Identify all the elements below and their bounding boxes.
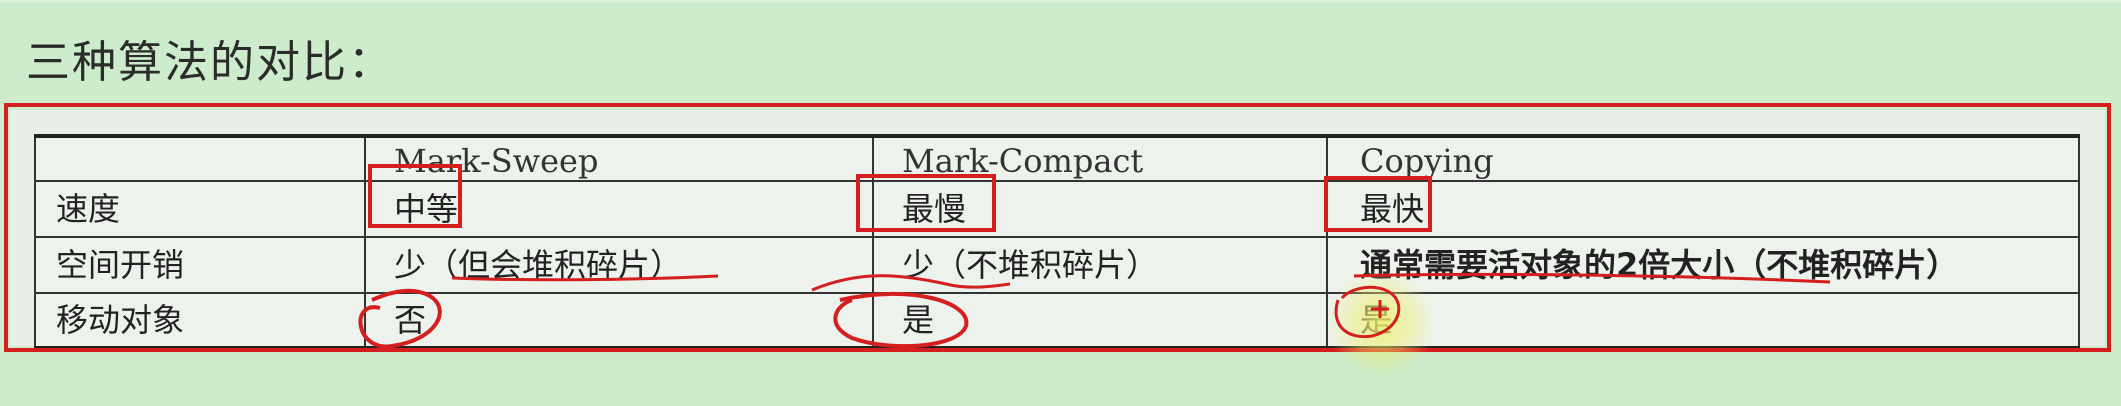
page-title: 三种算法的对比： (26, 37, 394, 88)
top-divider (0, 0, 2121, 3)
highlight-frame (4, 103, 2111, 352)
cursor-highlight (1326, 268, 1436, 378)
